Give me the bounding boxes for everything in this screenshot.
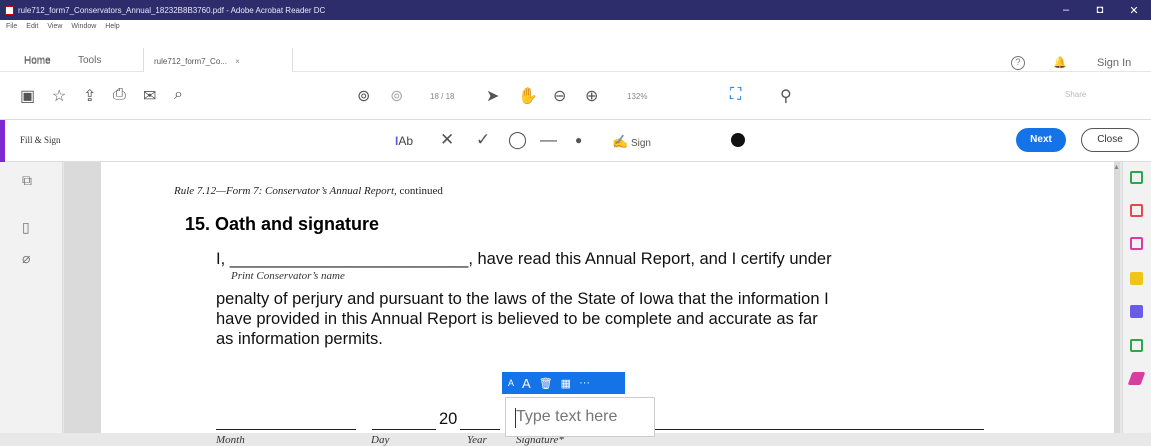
print-name-caption: Print Conservator’s name <box>231 270 345 282</box>
line-tool-icon[interactable]: — <box>540 130 557 150</box>
dot-tool-icon[interactable]: ● <box>575 133 582 147</box>
year-caption: Year <box>467 434 487 446</box>
oath-line-3: have provided in this Annual Report is b… <box>216 310 818 328</box>
year-prefix: 20 <box>439 410 458 428</box>
export-pdf-icon[interactable] <box>1130 171 1143 184</box>
close-window-button[interactable]: ✕ <box>1117 4 1151 17</box>
tab-tools[interactable]: Tools <box>78 55 101 66</box>
page-indicator[interactable]: 18 / 18 <box>430 92 454 101</box>
oath-line-2: penalty of perjury and pursuant to the l… <box>216 290 829 308</box>
page-running-header: Rule 7.12—Form 7: Conservator’s Annual R… <box>174 185 443 197</box>
menu-window[interactable]: Window <box>71 23 96 30</box>
text-field-box[interactable] <box>505 397 655 437</box>
tab-home-label[interactable]: Home <box>24 55 51 66</box>
check-mark-icon[interactable]: ✓ <box>476 130 490 150</box>
tab-document-label: rule712_form7_Co... <box>154 57 227 66</box>
previous-page-icon[interactable]: ⊚ <box>357 86 370 106</box>
fill-sign-toolbar: Fill & Sign IAb ✕ ✓ ◯ — ● ✍ Sign Next Cl… <box>0 120 1151 162</box>
header-italic-text: Rule 7.12—Form 7: Conservator’s Annual R… <box>174 185 397 197</box>
acrobat-app-icon <box>5 5 14 15</box>
text-caret <box>515 408 516 428</box>
attachments-paperclip-icon[interactable]: ⌀ <box>22 250 30 267</box>
right-tools-rail <box>1122 162 1151 433</box>
save-icon[interactable]: ▣ <box>20 86 35 106</box>
menu-edit[interactable]: Edit <box>26 23 38 30</box>
day-line <box>372 429 436 430</box>
page-thumbnails-icon[interactable]: ⧉ <box>22 172 32 189</box>
tab-close-icon[interactable]: × <box>235 57 240 66</box>
comment-icon[interactable] <box>1130 272 1143 285</box>
color-picker[interactable] <box>731 133 745 147</box>
select-cursor-icon[interactable]: ➤ <box>486 86 499 106</box>
upload-cloud-icon[interactable]: ⇪ <box>83 86 96 106</box>
scroll-up-arrow-icon[interactable]: ▲ <box>1113 164 1120 171</box>
send-for-signature-icon[interactable] <box>1130 305 1143 318</box>
sign-in-link[interactable]: Sign In <box>1097 57 1131 69</box>
bookmarks-icon[interactable]: ▯ <box>22 219 30 236</box>
decrease-font-size-button[interactable]: A <box>508 378 514 388</box>
organize-pages-icon[interactable] <box>1130 237 1143 250</box>
create-pdf-icon[interactable] <box>1130 204 1143 217</box>
circle-tool-icon[interactable]: ◯ <box>508 130 527 150</box>
oath-line-4: as information permits. <box>216 330 383 348</box>
sign-button[interactable]: ✍ Sign <box>612 134 651 150</box>
menu-view[interactable]: View <box>47 23 62 30</box>
next-button[interactable]: Next <box>1016 128 1066 152</box>
cross-mark-icon[interactable]: ✕ <box>440 130 454 150</box>
zoom-in-icon[interactable]: ⊕ <box>585 86 598 106</box>
day-caption: Day <box>371 434 390 446</box>
email-icon[interactable]: ✉ <box>143 86 156 106</box>
next-page-icon[interactable]: ⊚ <box>390 86 403 106</box>
year-line <box>460 429 500 430</box>
sign-label: Sign <box>630 138 651 149</box>
fit-page-icon[interactable]: ⛶ <box>730 86 741 104</box>
edit-pdf-icon[interactable] <box>1130 339 1143 352</box>
add-text-tool[interactable]: IAb <box>395 134 413 148</box>
zoom-level-dropdown[interactable]: 132% <box>627 92 647 101</box>
more-options-icon[interactable]: ··· <box>579 377 590 389</box>
fill-sign-accent <box>0 120 5 162</box>
share-button[interactable]: Share <box>1065 90 1086 99</box>
menu-bar: File Edit View Window Help <box>0 20 1151 32</box>
menu-help[interactable]: Help <box>105 23 119 30</box>
header-plain-text: continued <box>396 185 443 197</box>
hand-tool-icon[interactable]: ✋ <box>518 86 538 106</box>
increase-font-size-button[interactable]: A <box>522 376 531 391</box>
main-toolbar: ▣ ☆ ⇪ ⎙ ✉ ⌕ ⊚ ⊚ 18 / 18 ➤ ✋ ⊖ ⊕ 132% ⛶ ⚲… <box>0 72 1151 120</box>
print-icon[interactable]: ⎙ <box>113 86 126 104</box>
close-button[interactable]: Close <box>1081 128 1139 152</box>
type-text-input[interactable] <box>516 408 652 426</box>
left-navigation-rail: ⧉ ▯ ⌀ <box>0 162 63 433</box>
help-icon[interactable]: ? <box>1011 56 1025 70</box>
comb-field-icon[interactable]: ▦ <box>561 377 571 390</box>
minimize-button[interactable]: – <box>1049 4 1083 16</box>
window-title: rule712_form7_Conservators_Annual_18232B… <box>18 5 326 15</box>
delete-field-icon[interactable]: 🗑 <box>539 377 553 390</box>
tab-document[interactable]: rule712_form7_Co... × <box>143 48 293 72</box>
notifications-bell-icon[interactable]: 🔔 <box>1053 56 1067 69</box>
menu-file[interactable]: File <box>6 23 17 30</box>
fill-sign-label: Fill & Sign <box>20 135 61 145</box>
maximize-button[interactable]: ◘ <box>1083 4 1117 16</box>
text-field-mini-toolbar: A A 🗑 ▦ ··· <box>502 372 625 394</box>
fill-sign-pen-icon[interactable] <box>1127 372 1146 385</box>
sign-tool-icon[interactable]: ⚲ <box>780 86 792 106</box>
zoom-search-icon[interactable]: ⌕ <box>174 86 183 104</box>
pen-sign-icon: ✍ <box>612 134 629 149</box>
section-title: 15. Oath and signature <box>185 214 380 234</box>
title-bar: rule712_form7_Conservators_Annual_18232B… <box>0 0 1151 20</box>
oath-line-1: I, __________________________, have read… <box>216 250 832 268</box>
add-text-label: Ab <box>398 134 414 148</box>
zoom-out-icon[interactable]: ⊖ <box>553 86 566 106</box>
month-line <box>216 429 356 430</box>
bookmark-star-icon[interactable]: ☆ <box>52 86 66 106</box>
month-caption: Month <box>216 434 245 446</box>
